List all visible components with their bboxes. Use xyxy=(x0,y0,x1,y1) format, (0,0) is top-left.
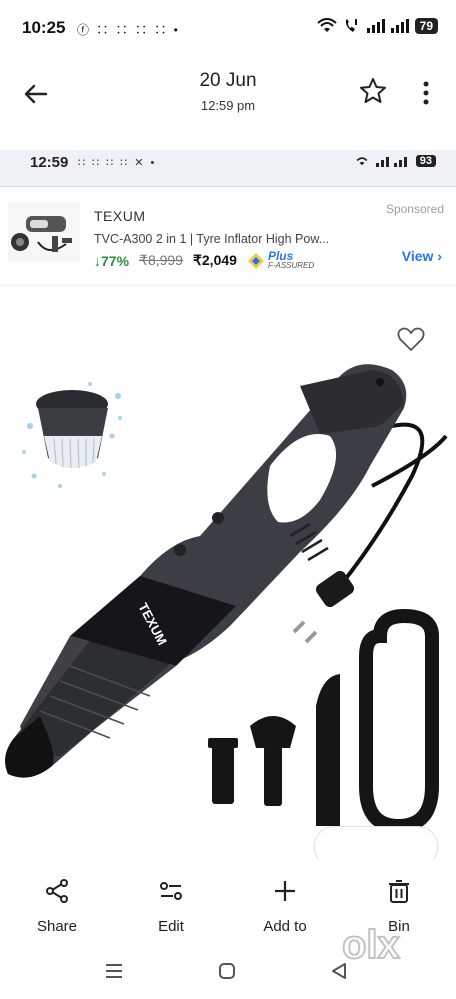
ad-price-row: ↓77% ₹8,999 ₹2,049 Plus F-ASSURED xyxy=(94,249,315,270)
system-nav-bar xyxy=(0,950,456,999)
wifi-icon xyxy=(316,18,337,32)
captured-notifications: ∷ ∷ ∷ ∷ ✕ • xyxy=(78,157,157,169)
plus-badge-icon xyxy=(247,252,264,269)
captured-status-bar: 12:59 ∷ ∷ ∷ ∷ ✕ • 93 xyxy=(0,150,456,187)
viewer-header: 20 Jun 12:59 pm xyxy=(0,58,456,142)
product-image-area: TEXUM xyxy=(0,286,456,860)
recent-apps-icon[interactable] xyxy=(104,962,124,980)
captured-battery: 93 xyxy=(415,154,436,167)
screenshot-image[interactable]: 12:59 ∷ ∷ ∷ ∷ ✕ • 93 TEXUM Sponsored TVC… xyxy=(0,150,456,860)
add-to-action[interactable]: Add to xyxy=(228,868,342,946)
add-to-label: Add to xyxy=(263,918,307,935)
original-price: ₹8,999 xyxy=(139,252,183,268)
status-bar: 10:25 ⓕ ∷ ∷ ∷ ∷ • 79 xyxy=(0,0,456,58)
status-time: 10:25 xyxy=(22,18,66,37)
trash-icon xyxy=(389,880,409,903)
signal-icon xyxy=(366,19,385,33)
edit-action[interactable]: Edit xyxy=(114,868,228,946)
power-plug xyxy=(292,570,355,644)
tyre-inflator-thumbnail xyxy=(8,202,80,262)
ad-product-title: TVC-A300 2 in 1 | Tyre Inflator High Pow… xyxy=(94,232,330,246)
captured-signal-icon xyxy=(375,156,407,167)
share-label: Share xyxy=(36,918,78,935)
details-pill[interactable] xyxy=(314,826,438,860)
battery-level: 79 xyxy=(414,18,438,34)
plus-icon xyxy=(275,881,295,901)
star-icon[interactable] xyxy=(358,76,388,106)
sponsored-ad-card[interactable]: TEXUM Sponsored TVC-A300 2 in 1 | Tyre I… xyxy=(0,188,456,284)
edit-label: Edit xyxy=(158,918,184,935)
vacuum-product-illustration: TEXUM xyxy=(5,364,448,834)
captured-wifi-icon xyxy=(356,157,368,166)
assured-label: F-ASSURED xyxy=(267,261,315,270)
plus-label: Plus xyxy=(267,249,294,263)
sponsored-label: Sponsored xyxy=(385,202,444,216)
notification-icons: ⓕ ∷ ∷ ∷ ∷ • xyxy=(77,23,180,37)
tune-icon xyxy=(160,882,182,900)
plus-assured-badge: Plus F-ASSURED xyxy=(247,249,315,270)
signal-2-icon xyxy=(390,19,409,33)
ad-brand: TEXUM xyxy=(94,208,146,224)
filter-illustration xyxy=(22,382,122,488)
call-icon xyxy=(345,19,357,32)
share-action[interactable]: Share xyxy=(0,868,114,946)
share-icon xyxy=(46,879,68,903)
more-options-icon[interactable] xyxy=(414,78,438,108)
sale-price: ₹2,049 xyxy=(192,252,237,268)
back-nav-icon[interactable] xyxy=(330,962,348,980)
captured-time: 12:59 xyxy=(30,154,69,171)
accessory-nozzles xyxy=(208,608,439,834)
captured-status-right: 93 xyxy=(354,154,436,167)
status-right: 79 xyxy=(316,18,438,34)
view-button[interactable]: View › xyxy=(402,248,442,264)
discount-percent: ↓77% xyxy=(94,252,130,269)
home-icon[interactable] xyxy=(218,962,236,980)
